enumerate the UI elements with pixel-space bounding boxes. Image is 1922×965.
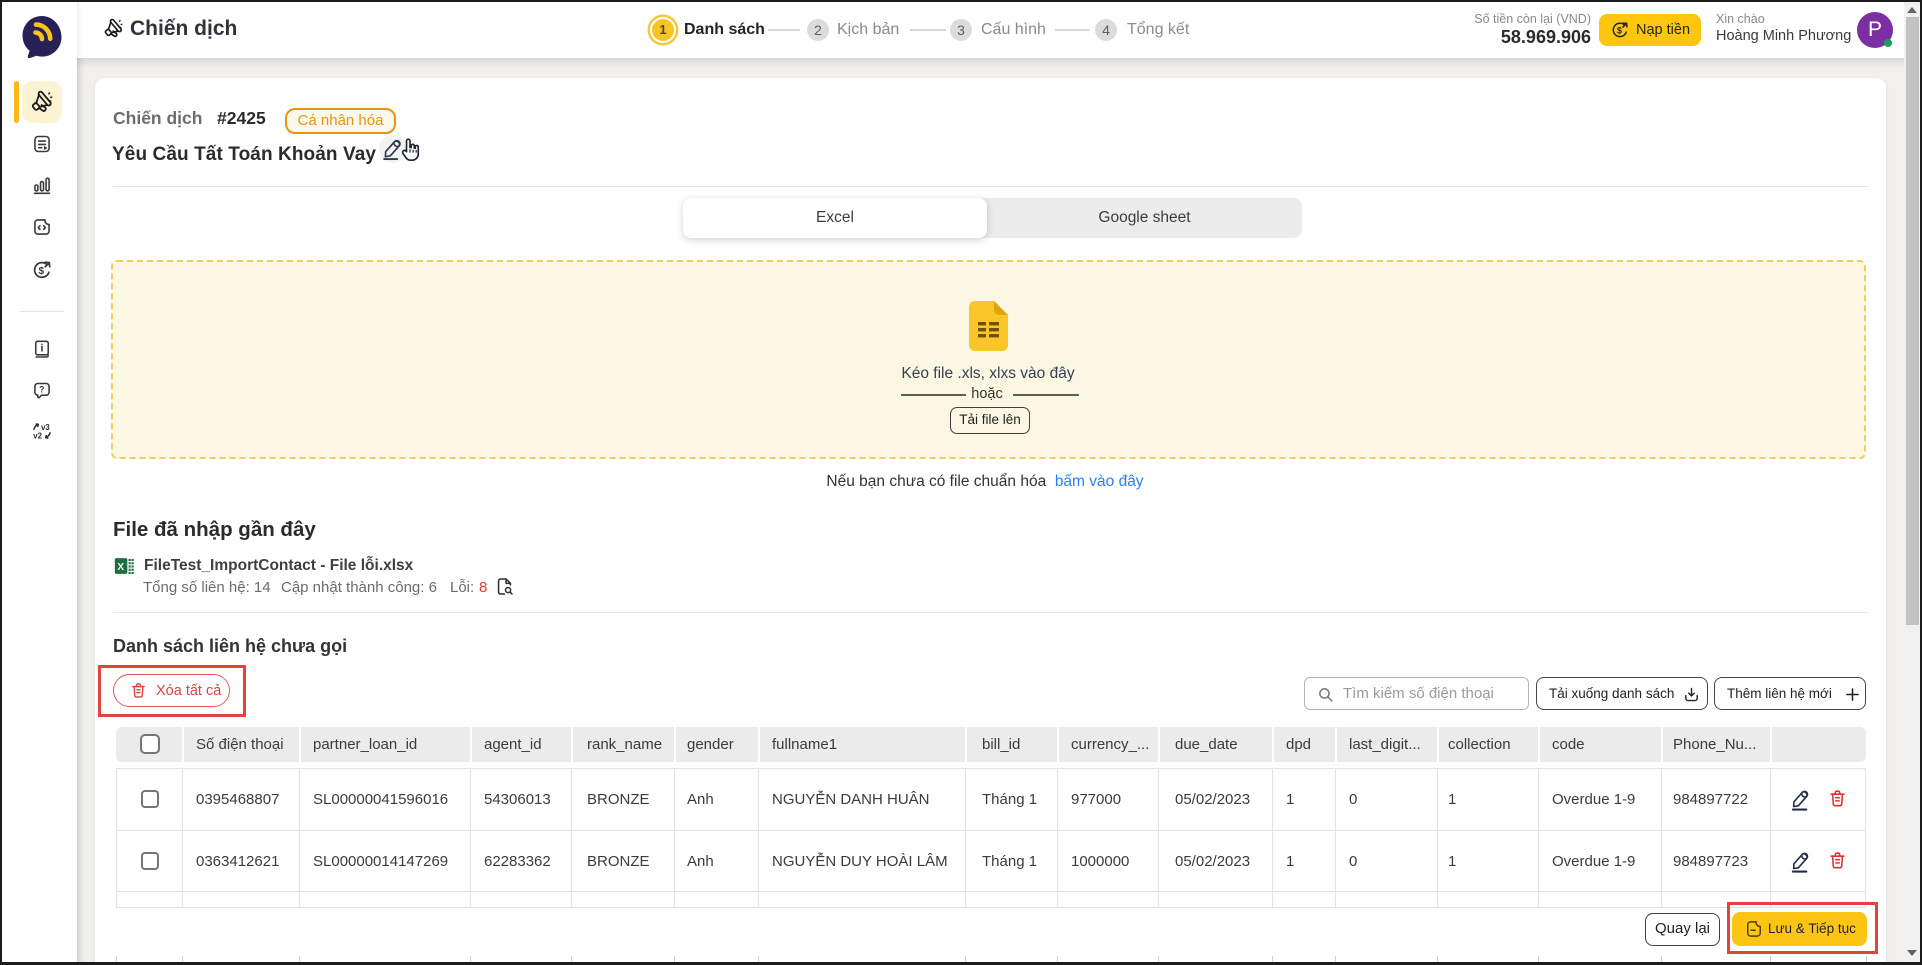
svg-text:v2: v2 (33, 431, 42, 440)
svg-text:X: X (117, 562, 124, 573)
svg-text:?: ? (39, 385, 44, 395)
svg-text:$: $ (1617, 26, 1622, 36)
svg-text:v3: v3 (41, 423, 50, 432)
svg-text:$: $ (39, 266, 45, 277)
